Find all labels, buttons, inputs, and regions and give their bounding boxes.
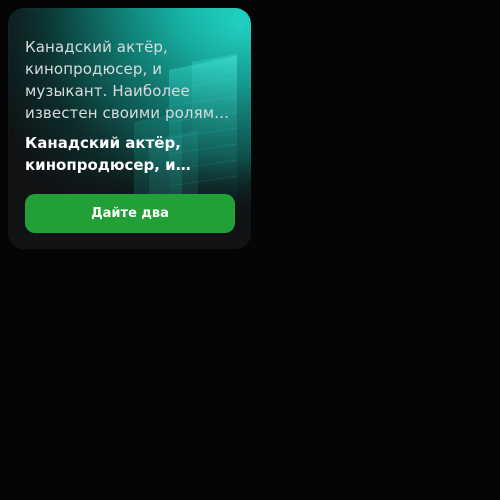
promo-card: Канадский актёр, кинопродюсер, и музыкан… (8, 8, 251, 249)
card-content: Канадский актёр, кинопродюсер, и музыкан… (25, 36, 237, 176)
cta-button[interactable]: Дайте два (25, 194, 235, 233)
page-root: Канадский актёр, кинопродюсер, и музыкан… (0, 0, 500, 500)
card-headline: Канадский актёр, кинопродюсер, и музыкан… (25, 134, 181, 174)
card-description: Канадский актёр, кинопродюсер, и музыкан… (25, 38, 225, 122)
